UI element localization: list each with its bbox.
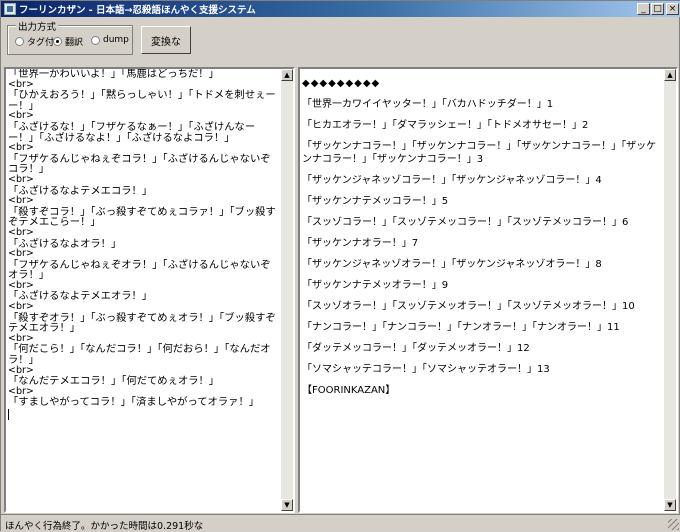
output-scrollbar[interactable]: ▲ ▼ bbox=[664, 69, 676, 511]
output-line: 「ナンコラー！」「ナンコラー！」「ナンオラー！」「ナンオラー！」11 bbox=[302, 322, 620, 333]
output-line: 「スッゾコラー！」「スッゾテメッコラー！」「スッゾテメッコラー！」6 bbox=[302, 217, 629, 228]
line-break-tag: <br> bbox=[8, 226, 34, 238]
output-line: 「世界一カワイイヤッター！」「バカハドッチダー！」1 bbox=[302, 99, 554, 110]
output-header: ◆◆◆◆◆◆◆◆◆ bbox=[302, 78, 381, 89]
output-text-content[interactable]: ◆◆◆◆◆◆◆◆◆ 「世界一カワイイヤッター！」「バカハドッチダー！」1 「ヒカエ… bbox=[302, 69, 662, 511]
input-line: 「ふざけるなよテメエオラ！」 bbox=[8, 290, 153, 303]
input-line: 「フザケるんじゃねぇぞオラ！」「ふざけるんじゃないぞオラ！」 bbox=[8, 258, 271, 282]
output-line: 「ザッケンジャネッゾオラー！」「ザッケンジャネッゾオラー！」8 bbox=[302, 259, 602, 270]
scroll-up-arrow-icon[interactable]: ▲ bbox=[664, 69, 676, 81]
input-scrollbar[interactable]: ▲ ▼ bbox=[281, 69, 293, 511]
output-mode-group: 出力方式 タグ付 翻訳 dump bbox=[7, 19, 133, 55]
input-line: 「フザケるんじゃねぇぞコラ！」「ふざけるんじゃないぞコラ！」 bbox=[8, 152, 271, 176]
radio-circle-icon[interactable] bbox=[15, 37, 24, 46]
radio-dump-label: dump bbox=[103, 35, 129, 45]
app-icon bbox=[4, 3, 16, 15]
radio-translate[interactable]: 翻訳 bbox=[53, 35, 83, 48]
radio-tagged[interactable]: タグ付 bbox=[15, 35, 54, 48]
radio-translate-label: 翻訳 bbox=[65, 38, 84, 48]
minimize-icon[interactable]: _ bbox=[637, 3, 650, 15]
output-line: 「ザッケンナテメッコラー！」5 bbox=[302, 196, 449, 207]
input-line: 「殺すぞコラ！」「ぶっ殺すぞてめぇコラァ！」「ブッ殺すぞテメエこらー！」 bbox=[8, 205, 276, 229]
input-line: 「ふざけるな！」「フザケるなぁー！」「ふざけんなーー！」「ふざけるなよ！」「ふざ… bbox=[8, 120, 256, 144]
status-bar: ほんやく行為終了。かかった時間は0.291秒な bbox=[1, 514, 680, 532]
radio-tagged-label: タグ付 bbox=[27, 38, 55, 48]
input-line: 「何だこら！」「なんだコラ！」「何だおら！」「なんだオラ！」 bbox=[8, 343, 271, 367]
window-title: フーリンカザン - 日本語→忍殺語ほんやく支援システム bbox=[19, 5, 256, 16]
maximize-icon[interactable]: □ bbox=[651, 3, 664, 15]
size-grip-icon[interactable] bbox=[668, 519, 679, 530]
input-line: 「すましやがってコラ！」「済ましやがってオラァ！」 bbox=[8, 396, 260, 409]
text-caret bbox=[8, 409, 9, 420]
input-line: 「ひかえおろう！」「黙らっしゃい！」「トドメを刺せぇーー！」 bbox=[8, 89, 276, 112]
output-line: 「ダッテメッコラー！」「ダッテメッオラー！」12 bbox=[302, 343, 530, 354]
output-line: 「スッゾオラー！」「スッゾテメッオラー！」「スッゾテメッオラー！」10 bbox=[302, 301, 635, 312]
scroll-down-arrow-icon[interactable]: ▼ bbox=[281, 499, 293, 511]
output-line: 「ザッケンジャネッゾコラー！」「ザッケンジャネッゾコラー！」4 bbox=[302, 175, 602, 186]
title-bar[interactable]: フーリンカザン - 日本語→忍殺語ほんやく支援システム _ □ × bbox=[1, 1, 680, 17]
output-line: 「ヒカエオラー！」「ダマラッシェー！」「トドメオサセー！」2 bbox=[302, 120, 589, 131]
scroll-down-arrow-icon[interactable]: ▼ bbox=[664, 499, 676, 511]
radio-circle-selected-icon[interactable] bbox=[53, 37, 62, 46]
input-line: 「殺すぞオラ！」「ぶっ殺すぞてめぇオラ！」「ブッ殺すぞテメエオラ！」 bbox=[8, 311, 276, 335]
input-text-content[interactable]: 「世界一かわいいよ！」「馬鹿はどっちだ！」 <br> 「ひかえおろう！」「黙らっしゃ… bbox=[8, 69, 279, 511]
close-icon[interactable]: × bbox=[666, 3, 679, 15]
status-text: ほんやく行為終了。かかった時間は0.291秒な bbox=[5, 521, 204, 532]
output-line: 「ザッケンナコラー！」「ザッケンナコラー！」「ザッケンナコラー！」「ザッケンナコ… bbox=[302, 141, 657, 165]
output-line: 【FOORINKAZAN】 bbox=[302, 385, 396, 396]
output-line: 「ザッケンナオラー！」7 bbox=[302, 238, 419, 249]
input-line: 「世界一かわいいよ！」「馬鹿はどっちだ！」 bbox=[8, 69, 219, 80]
output-line: 「ザッケンナテメッオラー！」9 bbox=[302, 280, 449, 291]
input-textarea[interactable]: 「世界一かわいいよ！」「馬鹿はどっちだ！」 <br> 「ひかえおろう！」「黙らっしゃ… bbox=[4, 67, 295, 513]
input-line: 「ふざけるなよテメエコラ！」 bbox=[8, 184, 153, 197]
output-line: 「ソマシャッテコラー！」「ソマシャッテオラー！」13 bbox=[302, 364, 550, 375]
radio-circle-icon[interactable] bbox=[91, 35, 100, 45]
convert-button[interactable]: 変換な bbox=[141, 26, 191, 54]
input-line: 「なんだテメエコラ！」「何だてめぇオラ！」 bbox=[8, 375, 220, 388]
input-line: 「ふざけるなよオラ！」 bbox=[8, 237, 122, 250]
radio-dump[interactable]: dump bbox=[91, 35, 129, 45]
output-mode-label: 出力方式 bbox=[16, 19, 59, 33]
line-break-tag: <br> bbox=[8, 173, 34, 185]
output-textarea[interactable]: ◆◆◆◆◆◆◆◆◆ 「世界一カワイイヤッター！」「バカハドッチダー！」1 「ヒカエ… bbox=[298, 67, 678, 513]
scroll-up-arrow-icon[interactable]: ▲ bbox=[281, 69, 293, 81]
app-window: フーリンカザン - 日本語→忍殺語ほんやく支援システム _ □ × 出力方式 タ… bbox=[0, 0, 680, 532]
